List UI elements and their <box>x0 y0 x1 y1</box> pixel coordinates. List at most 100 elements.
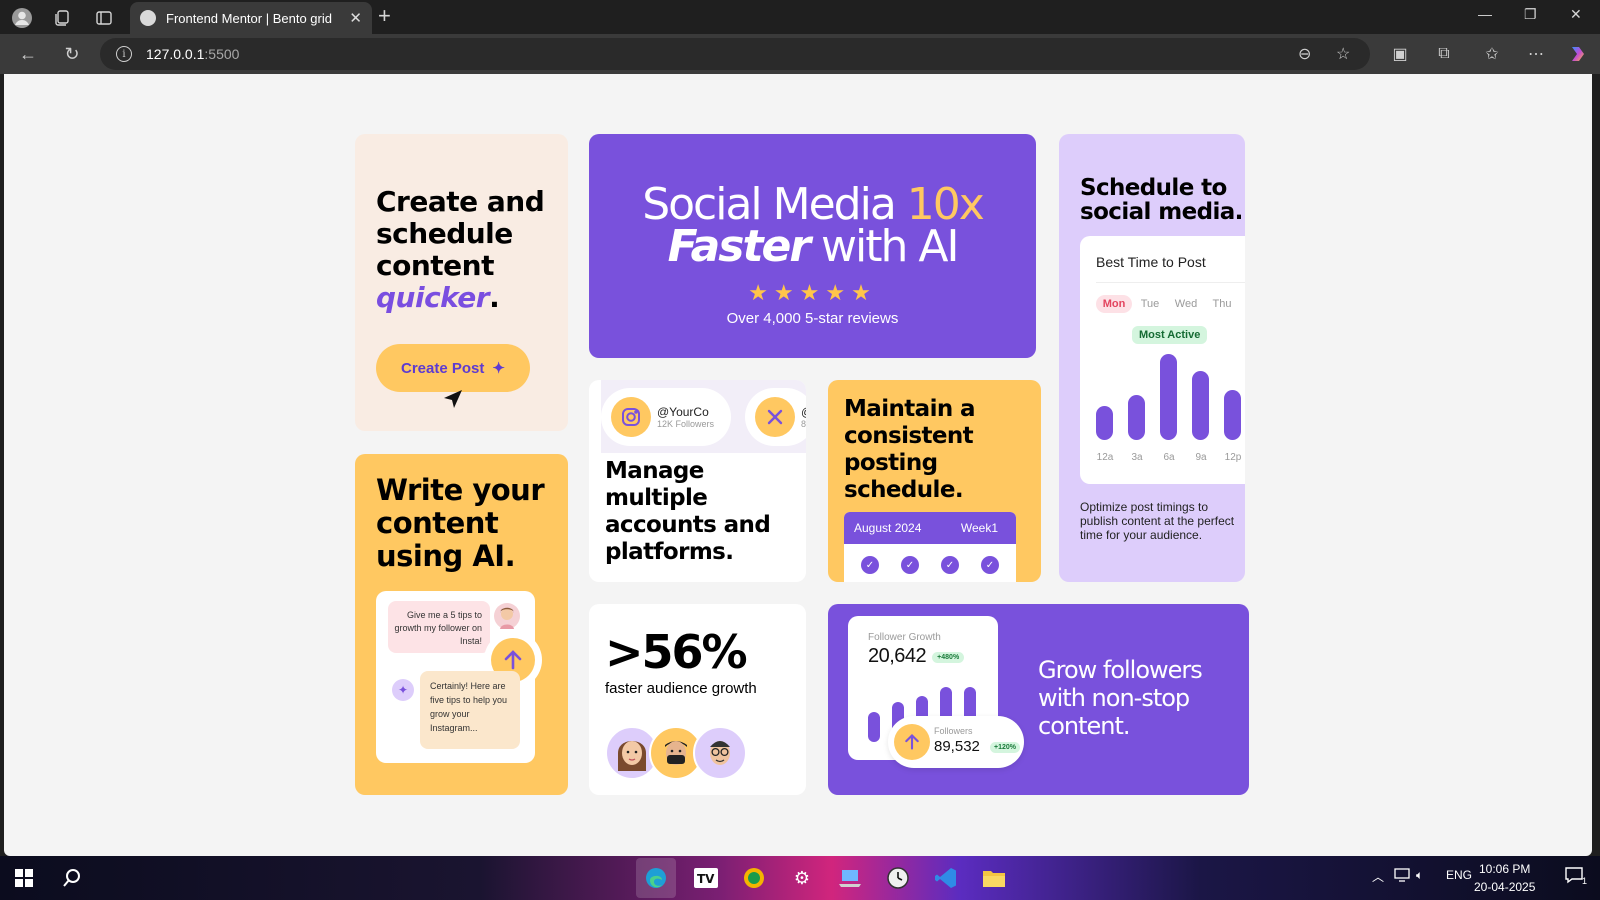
favorite-star-icon[interactable]: ☆ <box>1336 44 1350 64</box>
instagram-followers: 12K Followers <box>657 419 715 429</box>
vertical-tabs-icon[interactable] <box>90 4 118 32</box>
volume-icon[interactable]: 🔈︎ <box>1416 868 1423 883</box>
maintain-heading-line3: posting <box>844 450 938 476</box>
ai-message: Certainly! Here are five tips to help yo… <box>420 671 520 749</box>
avatar-group <box>605 726 747 780</box>
url-host: 127.0.0.1 <box>146 46 205 62</box>
rating-stars-icon: ★★★★★ <box>748 280 877 305</box>
maintain-schedule-card: Maintain a consistent posting schedule. … <box>828 380 1041 582</box>
create-content-card: Create and schedule content quicker. Cre… <box>355 134 568 431</box>
favorites-icon[interactable]: ✩ <box>1480 42 1504 66</box>
browser-tab[interactable]: Frontend Mentor | Bento grid ✕ <box>130 2 372 34</box>
activity-bar <box>1192 371 1209 440</box>
grow-followers-card: Follower Growth 20,642 +480% Followers 89… <box>828 604 1249 795</box>
browser-tab-bar: Frontend Mentor | Bento grid ✕ + — ❐ ✕ <box>0 0 1600 34</box>
finance-app-icon[interactable] <box>740 864 768 892</box>
address-bar[interactable]: i 127.0.0.1:5500 ⊖ ☆ <box>100 38 1370 70</box>
site-info-icon[interactable]: i <box>116 46 132 62</box>
sparkle-icon: ✦ <box>492 360 505 377</box>
manage-heading-line2: multiple <box>605 485 708 511</box>
edge-browser-icon[interactable] <box>636 858 676 898</box>
more-icon[interactable]: ⋯ <box>1524 42 1548 66</box>
bar-label: 3a <box>1131 452 1143 463</box>
day-wed[interactable]: Wed <box>1168 295 1204 313</box>
bar-label: 12a <box>1096 452 1114 463</box>
address-toolbar: ← ↻ i 127.0.0.1:5500 ⊖ ☆ ▣ ⧉ ✩ ⋯ <box>0 34 1600 74</box>
calendar-widget: August 2024 Week1 ✓ ✓ ✓ ✓ <box>844 512 1016 582</box>
create-heading-line1: Create and <box>376 185 545 218</box>
svg-text:TV: TV <box>697 872 715 886</box>
profile-icon[interactable] <box>8 4 36 32</box>
bar-label: 12p <box>1224 452 1242 463</box>
x-logo-icon <box>755 397 795 437</box>
divider <box>1096 282 1245 283</box>
create-heading-line2: schedule <box>376 217 513 250</box>
create-heading: Create and schedule content quicker. <box>376 186 548 314</box>
arrow-up-icon <box>894 724 930 760</box>
clock-app-icon[interactable] <box>884 864 912 892</box>
show-hidden-icons-icon[interactable]: ︿ <box>1372 868 1384 885</box>
new-tab-icon[interactable]: + <box>378 3 391 29</box>
file-explorer-icon[interactable] <box>980 864 1008 892</box>
day-tue[interactable]: Tue <box>1132 295 1168 313</box>
check-icon: ✓ <box>901 556 919 574</box>
close-window-icon[interactable]: ✕ <box>1570 6 1582 23</box>
check-icon: ✓ <box>861 556 879 574</box>
zoom-icon[interactable]: ⊖ <box>1298 44 1311 64</box>
workspaces-icon[interactable] <box>48 4 76 32</box>
settings-gear-icon[interactable]: ⚙ <box>788 864 816 892</box>
hero-line1: Social Media 10x <box>589 183 1036 227</box>
refresh-icon[interactable]: ↻ <box>60 42 84 66</box>
laptop-app-icon[interactable] <box>836 864 864 892</box>
hero-card: Social Media 10x Faster with AI ★★★★★ Ov… <box>589 134 1036 358</box>
notifications-icon[interactable] <box>1564 866 1584 887</box>
close-tab-icon[interactable]: ✕ <box>349 9 362 27</box>
growth-stat-card: >56% faster audience growth <box>589 604 806 795</box>
manage-heading-line1: Manage <box>605 458 704 484</box>
instagram-icon <box>611 397 651 437</box>
language-indicator[interactable]: ENG <box>1446 868 1472 882</box>
vscode-icon[interactable] <box>932 864 960 892</box>
hero-line2: Faster with AI <box>589 225 1036 269</box>
ai-chat-widget: Give me a 5 tips to growth my follower o… <box>376 591 542 763</box>
start-icon[interactable] <box>10 864 38 892</box>
best-time-widget: Best Time to Post Mon Tue Wed Thu Most A… <box>1080 236 1245 484</box>
activity-bar <box>1128 395 1145 440</box>
maintain-heading: Maintain a consistent posting schedule. <box>844 396 1041 504</box>
maintain-heading-line1: Maintain a <box>844 396 976 422</box>
day-thu[interactable]: Thu <box>1204 295 1240 313</box>
minimize-icon[interactable]: — <box>1478 6 1492 22</box>
activity-bar <box>1096 405 1113 440</box>
hero-italic: Faster <box>667 221 811 272</box>
screen-capture-icon[interactable]: ▣ <box>1388 42 1412 66</box>
back-icon[interactable]: ← <box>16 42 40 66</box>
tradingview-icon[interactable]: TV <box>692 864 720 892</box>
url-port: :5500 <box>204 46 240 62</box>
check-icon: ✓ <box>981 556 999 574</box>
best-time-title: Best Time to Post <box>1096 254 1206 270</box>
x-handle: @ <box>801 405 806 419</box>
grow-heading: Grow followers with non-stop content. <box>1038 656 1228 740</box>
follower-growth-pill: +480% <box>932 652 965 664</box>
calendar-checks: ✓ ✓ ✓ ✓ <box>844 544 1016 574</box>
day-mon[interactable]: Mon <box>1096 295 1132 313</box>
write-heading-line3: using AI. <box>376 539 516 573</box>
create-post-button[interactable]: Create Post ✦ <box>376 344 530 408</box>
most-active-badge: Most Active <box>1132 326 1208 344</box>
search-icon[interactable] <box>58 864 86 892</box>
schedule-description: Optimize post timings to publish content… <box>1080 500 1235 542</box>
growth-stat-value: >56% <box>605 625 748 679</box>
page-viewport: Create and schedule content quicker. Cre… <box>4 74 1592 856</box>
growth-bar <box>868 712 880 742</box>
restore-icon[interactable]: ❐ <box>1524 6 1537 23</box>
network-icon[interactable] <box>1394 868 1410 885</box>
manage-heading-line3: accounts and <box>605 512 771 538</box>
schedule-heading-line2: social media. <box>1080 199 1243 225</box>
user-avatar <box>494 603 520 629</box>
calendar-week: Week1 <box>960 521 998 535</box>
create-highlight: quicker <box>376 281 490 314</box>
copilot-icon[interactable] <box>1566 42 1590 66</box>
clock-time: 10:06 PM <box>1479 862 1531 876</box>
extensions-icon[interactable]: ⧉ <box>1432 42 1456 66</box>
taskbar-clock[interactable]: 10:06 PM 20-04-2025 <box>1474 860 1535 896</box>
